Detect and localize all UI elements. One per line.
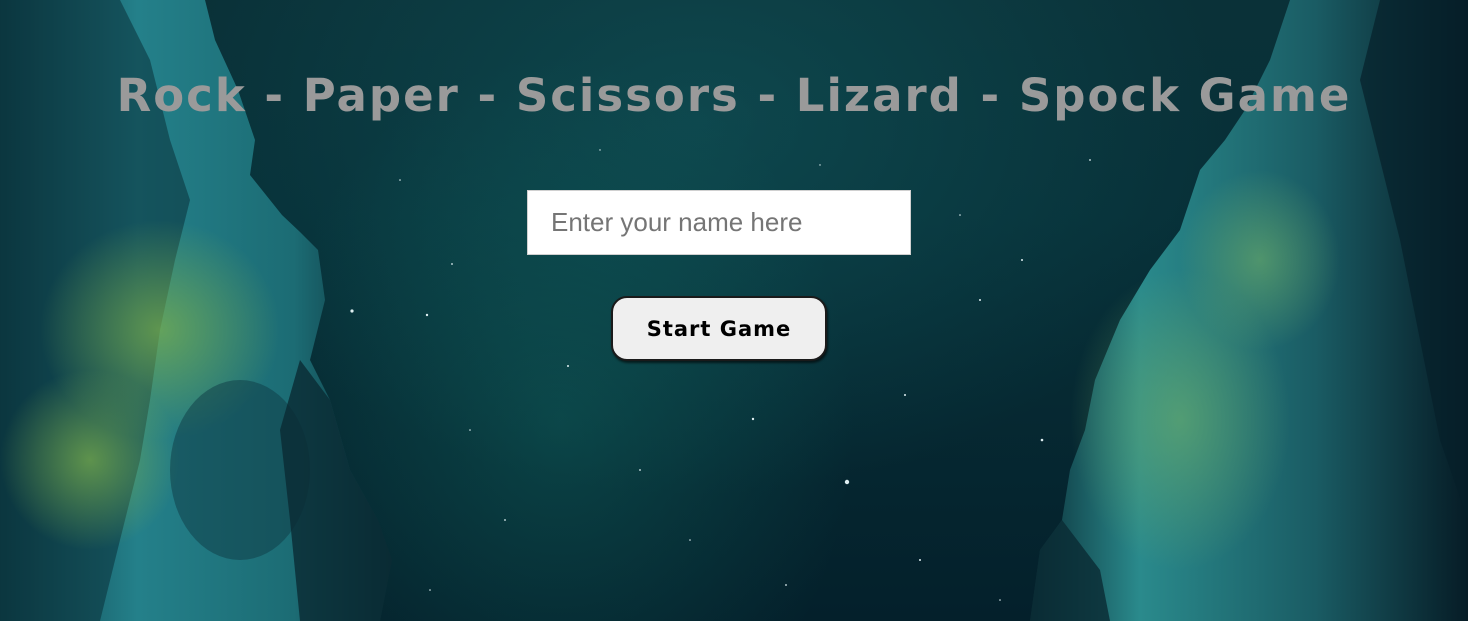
start-game-button[interactable]: Start Game bbox=[611, 296, 827, 361]
name-input[interactable] bbox=[527, 190, 911, 255]
page-title: Rock - Paper - Scissors - Lizard - Spock… bbox=[116, 69, 1352, 122]
